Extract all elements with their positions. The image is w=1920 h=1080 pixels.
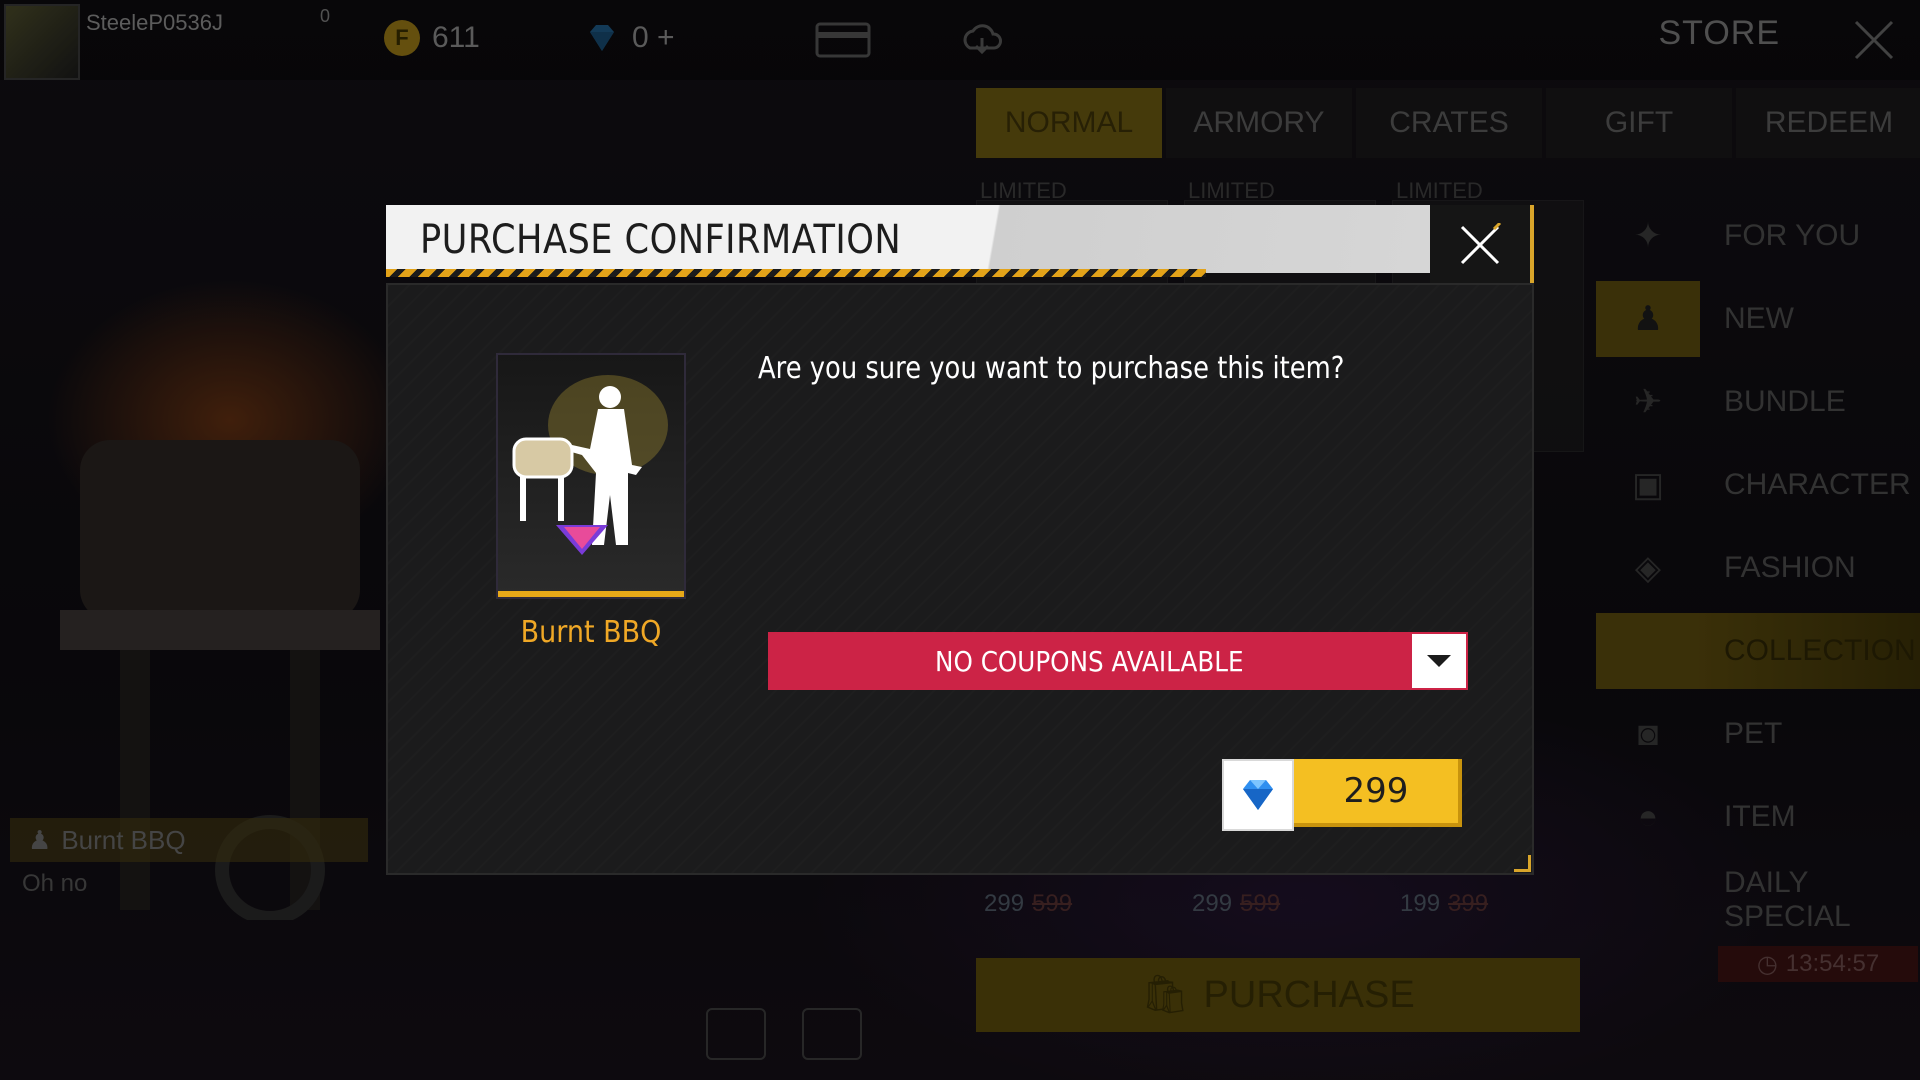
confirm-purchase-button[interactable]: 299: [1222, 759, 1462, 831]
rarity-bar: [498, 591, 684, 597]
close-icon: [1460, 223, 1502, 265]
item-thumbnail: [496, 353, 686, 599]
chevron-down-icon: [1427, 655, 1451, 667]
purchase-price: 299: [1294, 759, 1462, 827]
dialog-header: PURCHASE CONFIRMATION: [386, 205, 1430, 277]
price-currency: [1222, 759, 1294, 831]
bbq-emote-icon: [512, 375, 668, 555]
coupon-dropdown[interactable]: NO COUPONS AVAILABLE: [768, 632, 1468, 690]
diamond-icon: [1243, 780, 1273, 810]
corner-accent: [1514, 855, 1531, 872]
coupon-selected-value[interactable]: NO COUPONS AVAILABLE: [768, 632, 1410, 690]
coupon-label-text: NO COUPONS AVAILABLE: [934, 644, 1244, 678]
dialog-close-button[interactable]: [1430, 205, 1534, 283]
coupon-dropdown-toggle[interactable]: [1410, 632, 1468, 690]
confirmation-question: Are you sure you want to purchase this i…: [758, 351, 1345, 386]
dialog-item-name: Burnt BBQ: [520, 615, 662, 650]
purchase-confirmation-dialog: PURCHASE CONFIRMATION Burnt BBQ Are you …: [386, 205, 1534, 875]
dialog-title: PURCHASE CONFIRMATION: [420, 217, 902, 263]
hazard-stripe: [386, 269, 1206, 277]
